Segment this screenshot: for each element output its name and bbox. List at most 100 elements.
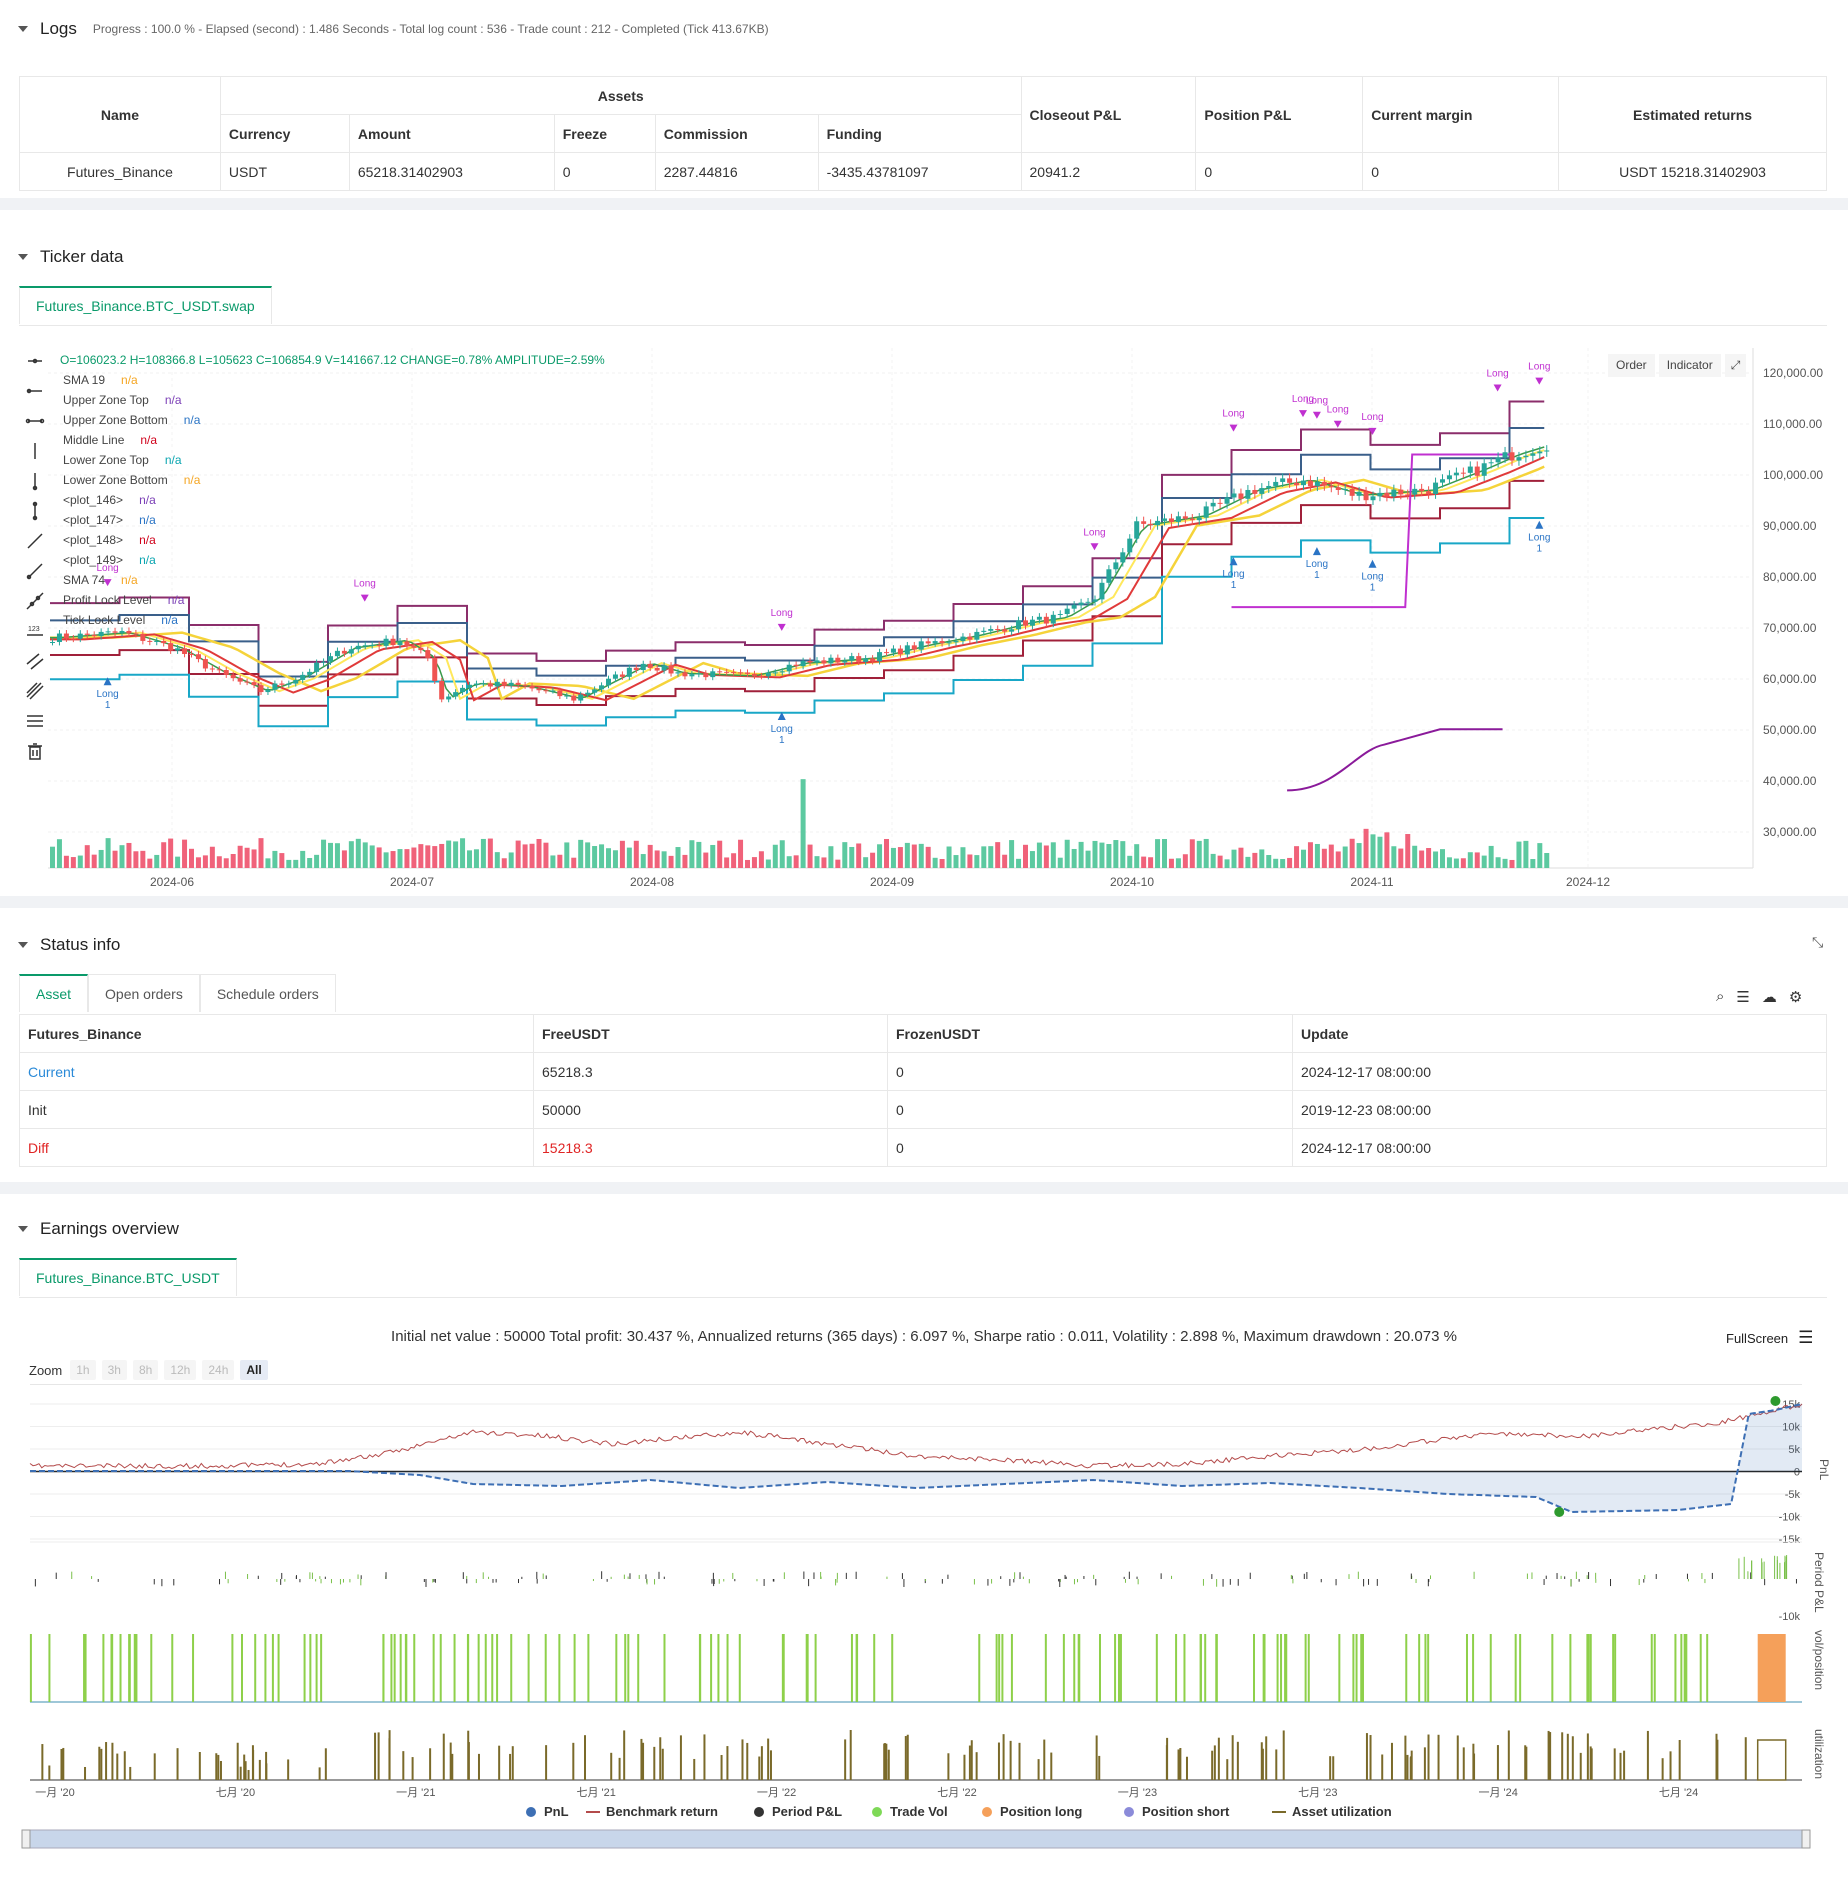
legend-item[interactable]: SMA 19 n/a bbox=[63, 370, 200, 390]
volume-bar bbox=[1245, 856, 1251, 868]
legend-item[interactable]: <plot_149> n/a bbox=[63, 550, 200, 570]
candle-body bbox=[473, 683, 479, 685]
candle-body bbox=[1502, 452, 1508, 458]
legend-item[interactable]: Middle Line n/a bbox=[63, 430, 200, 450]
legend-item[interactable]: Trade Vol bbox=[872, 1804, 948, 1819]
candle-body bbox=[334, 650, 340, 657]
candle-body bbox=[870, 658, 876, 662]
shrink-icon[interactable]: ⤡ bbox=[1812, 934, 1823, 951]
status-header[interactable]: Status info bbox=[18, 930, 120, 960]
row-label-current[interactable]: Current bbox=[19, 1052, 534, 1091]
volume-bar bbox=[842, 842, 848, 868]
candle-body bbox=[814, 660, 820, 663]
volume-bar bbox=[745, 859, 750, 868]
collapse-caret-icon[interactable] bbox=[18, 942, 28, 948]
menu-icon[interactable]: ☰ bbox=[1798, 1328, 1813, 1348]
drawing-toolbar[interactable]: 123 bbox=[24, 350, 46, 790]
candle-body bbox=[1043, 616, 1049, 624]
volume-bar bbox=[300, 850, 306, 868]
trend-line-tool-icon bbox=[27, 533, 43, 549]
legend-item[interactable]: Upper Zone Bottom n/a bbox=[63, 410, 200, 430]
price-chart[interactable]: 120,000.00 110,000.00 100,000.00 90,000.00 8… bbox=[48, 338, 1838, 898]
order-button[interactable]: Order bbox=[1608, 354, 1655, 377]
cell-frozen: 0 bbox=[887, 1090, 1293, 1129]
volume-bar bbox=[63, 855, 69, 868]
zoom-8h-button[interactable]: 8h bbox=[132, 1360, 159, 1380]
zoom-all-button[interactable]: All bbox=[240, 1360, 268, 1380]
legend-item[interactable]: Asset utilization bbox=[1272, 1804, 1392, 1819]
candle-body bbox=[779, 671, 785, 673]
legend-item[interactable]: Tick Lock Level n/a bbox=[63, 610, 200, 630]
logs-header[interactable]: Logs Progress : 100.0 % - Elapsed (secon… bbox=[18, 14, 769, 44]
tab-asset[interactable]: Asset bbox=[19, 974, 89, 1012]
volume-bar bbox=[793, 855, 799, 868]
candle-body bbox=[1231, 493, 1237, 498]
candle-body bbox=[446, 696, 452, 700]
candle-body bbox=[988, 629, 994, 631]
candle-body bbox=[1023, 620, 1028, 626]
volume-bar bbox=[237, 845, 243, 868]
candle-body bbox=[133, 633, 139, 635]
legend-item[interactable]: Profit Lock Level n/a bbox=[63, 590, 200, 610]
volume-bar bbox=[1405, 834, 1411, 868]
volume-bar bbox=[341, 850, 347, 868]
collapse-caret-icon[interactable] bbox=[18, 1226, 28, 1232]
tab-btc-usdt-swap[interactable]: Futures_Binance.BTC_USDT.swap bbox=[19, 286, 272, 324]
legend-dot-swatch bbox=[1124, 1807, 1134, 1817]
zoom-3h-button[interactable]: 3h bbox=[101, 1360, 127, 1380]
candle-body bbox=[209, 668, 215, 670]
tab-schedule-orders[interactable]: Schedule orders bbox=[199, 974, 336, 1012]
tab-open-orders[interactable]: Open orders bbox=[88, 974, 200, 1012]
collapse-caret-icon[interactable] bbox=[18, 26, 28, 32]
tab-btc-usdt[interactable]: Futures_Binance.BTC_USDT bbox=[19, 1258, 237, 1296]
legend-value: n/a bbox=[139, 513, 156, 527]
legend-item[interactable]: Lower Zone Bottom n/a bbox=[63, 470, 200, 490]
legend-value: n/a bbox=[139, 553, 156, 567]
fullscreen-button[interactable]: FullScreen bbox=[1726, 1331, 1788, 1346]
volume-bar bbox=[800, 779, 806, 868]
legend-item[interactable]: <plot_147> n/a bbox=[63, 510, 200, 530]
candle-body bbox=[272, 683, 278, 690]
legend-item[interactable]: Benchmark return bbox=[586, 1804, 718, 1819]
volume-bar bbox=[1495, 857, 1501, 868]
ticker-header[interactable]: Ticker data bbox=[18, 242, 123, 272]
candle-body bbox=[1120, 552, 1126, 563]
legend-item[interactable]: SMA 74 n/a bbox=[63, 570, 200, 590]
candle-body bbox=[710, 671, 716, 678]
cell-closeout: 20941.2 bbox=[1020, 152, 1197, 191]
gear-icon[interactable]: ⚙ bbox=[1789, 988, 1802, 1006]
cell-free: 65218.3 bbox=[533, 1052, 888, 1091]
search-icon[interactable]: ⌕ bbox=[1716, 988, 1724, 1006]
volume-bar bbox=[1363, 828, 1369, 868]
legend-item[interactable]: Upper Zone Top n/a bbox=[63, 390, 200, 410]
zoom-24h-button[interactable]: 24h bbox=[202, 1360, 235, 1380]
legend-item[interactable]: Position short bbox=[1124, 1804, 1230, 1819]
candle-body bbox=[1189, 518, 1195, 521]
long-signal-label: Long bbox=[771, 608, 793, 619]
volume-bar bbox=[884, 838, 889, 868]
list-icon[interactable]: ☰ bbox=[1736, 988, 1749, 1006]
period-axis-label: Period P&L bbox=[1812, 1552, 1826, 1613]
earnings-header[interactable]: Earnings overview bbox=[18, 1214, 179, 1244]
period-tick-label: -10k bbox=[1779, 1611, 1801, 1623]
earnings-chart[interactable]: 15k10k5k0-5k-10k-15kPnL-10kPeriod P&Lvol… bbox=[0, 1384, 1848, 1881]
volume-bar bbox=[1050, 842, 1056, 868]
legend-item[interactable]: Lower Zone Top n/a bbox=[63, 450, 200, 470]
legend-item[interactable]: Position long bbox=[982, 1804, 1082, 1819]
indicator-button[interactable]: Indicator bbox=[1658, 354, 1721, 377]
collapse-caret-icon[interactable] bbox=[18, 254, 28, 260]
cloud-download-icon[interactable]: ☁ bbox=[1762, 988, 1777, 1006]
volume-bar bbox=[1023, 844, 1028, 868]
time-tick-label: 2024-08 bbox=[630, 875, 674, 889]
candle-body bbox=[925, 641, 931, 644]
legend-item[interactable]: <plot_148> n/a bbox=[63, 530, 200, 550]
table-row: Init 50000 0 2019-12-23 08:00:00 bbox=[19, 1090, 1827, 1129]
candle-body bbox=[147, 640, 153, 642]
volume-bar bbox=[592, 846, 598, 868]
legend-item[interactable]: <plot_146> n/a bbox=[63, 490, 200, 510]
zoom-1h-button[interactable]: 1h bbox=[70, 1360, 96, 1380]
legend-item[interactable]: Period P&L bbox=[754, 1804, 842, 1819]
expand-icon[interactable]: ⤢ bbox=[1724, 354, 1747, 377]
legend-item[interactable]: PnL bbox=[526, 1804, 569, 1819]
zoom-12h-button[interactable]: 12h bbox=[164, 1360, 197, 1380]
